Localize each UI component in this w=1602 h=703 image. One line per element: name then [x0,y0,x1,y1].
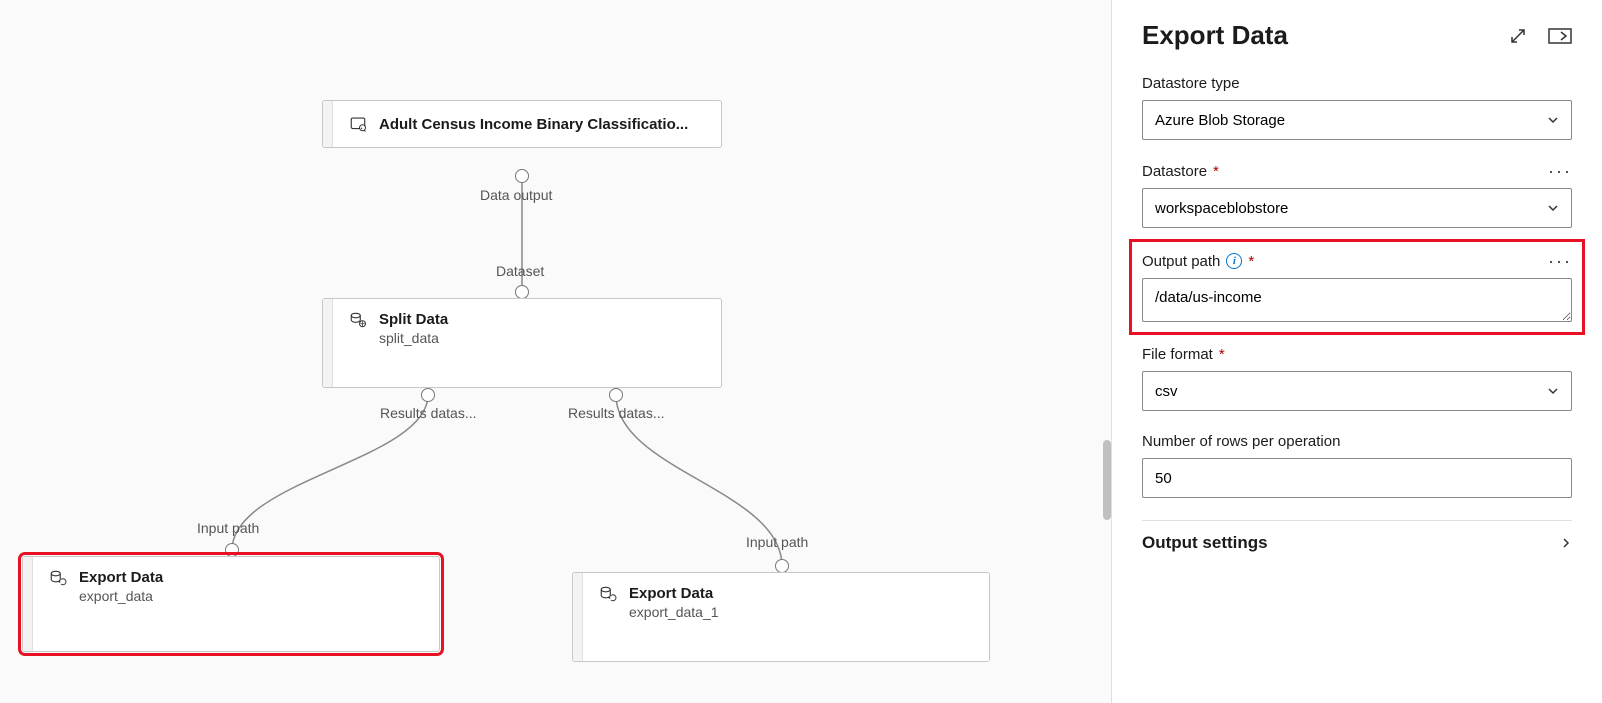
node-handle[interactable] [323,101,333,147]
output-settings-label: Output settings [1142,533,1268,553]
chevron-right-icon [1560,537,1572,549]
split-port-in-label: Dataset [496,263,544,279]
collapse-panel-icon[interactable] [1548,26,1572,46]
dataset-port-out-label: Data output [480,187,552,203]
datastore-select[interactable]: workspaceblobstore [1142,188,1572,228]
rows-input[interactable] [1142,458,1572,498]
chevron-down-icon [1547,202,1559,214]
export2-port-in-label: Input path [746,534,808,550]
datastore-more-button[interactable]: ··· [1548,162,1572,180]
export1-node-subtitle: export_data [79,588,423,604]
datastore-value: workspaceblobstore [1155,200,1288,217]
export1-port-in[interactable] [225,543,239,557]
dataset-node[interactable]: Adult Census Income Binary Classificatio… [322,100,722,148]
split-port-out1-label: Results datas... [380,405,477,421]
dataset-icon [349,115,367,133]
required-asterisk: * [1248,253,1254,270]
split-data-icon [349,311,367,329]
datastore-type-label: Datastore type [1142,75,1572,92]
node-handle[interactable] [573,573,583,661]
datastore-type-select[interactable]: Azure Blob Storage [1142,100,1572,140]
file-format-label: File format [1142,346,1213,363]
output-path-more-button[interactable]: ··· [1548,252,1572,270]
datastore-type-value: Azure Blob Storage [1155,112,1285,129]
file-format-group: File format * csv [1142,346,1572,411]
datastore-type-group: Datastore type Azure Blob Storage [1142,75,1572,140]
split-node[interactable]: Split Data split_data [322,298,722,388]
export2-node-title: Export Data [629,585,973,602]
rows-label: Number of rows per operation [1142,433,1572,450]
export1-port-in-label: Input path [197,520,259,536]
export1-node-title: Export Data [79,569,423,586]
datastore-group: Datastore * ··· workspaceblobstore [1142,162,1572,228]
output-path-label: Output path [1142,253,1220,270]
export-data-node-1[interactable]: Export Data export_data [22,556,440,652]
split-node-subtitle: split_data [379,330,705,346]
dataset-port-out[interactable] [515,169,529,183]
split-port-out2[interactable] [609,388,623,402]
file-format-value: csv [1155,383,1178,400]
dataset-node-title: Adult Census Income Binary Classificatio… [379,116,688,133]
node-handle[interactable] [23,557,33,651]
export-data-node-2[interactable]: Export Data export_data_1 [572,572,990,662]
split-port-out1[interactable] [421,388,435,402]
export2-port-in[interactable] [775,559,789,573]
properties-panel: Export Data Datastore type Azure Blob St… [1112,0,1602,703]
panel-title: Export Data [1142,20,1288,51]
split-port-in[interactable] [515,285,529,299]
panel-header: Export Data [1142,20,1572,51]
canvas-scrollbar[interactable] [1103,440,1111,520]
split-node-title: Split Data [379,311,705,328]
chevron-down-icon [1547,114,1559,126]
rows-group: Number of rows per operation [1142,433,1572,498]
pipeline-canvas[interactable]: Adult Census Income Binary Classificatio… [0,0,1112,703]
export-data-icon [599,585,617,603]
info-icon[interactable]: i [1226,253,1242,269]
required-asterisk: * [1219,346,1225,363]
export-data-icon [49,569,67,587]
datastore-label: Datastore [1142,163,1207,180]
output-path-group: Output path i * ··· [1140,250,1574,324]
output-path-input[interactable] [1142,278,1572,322]
export2-node-subtitle: export_data_1 [629,604,973,620]
file-format-select[interactable]: csv [1142,371,1572,411]
node-handle[interactable] [323,299,333,387]
expand-icon[interactable] [1508,26,1528,46]
split-port-out2-label: Results datas... [568,405,665,421]
required-asterisk: * [1213,163,1219,180]
output-settings-section[interactable]: Output settings [1142,520,1572,553]
chevron-down-icon [1547,385,1559,397]
